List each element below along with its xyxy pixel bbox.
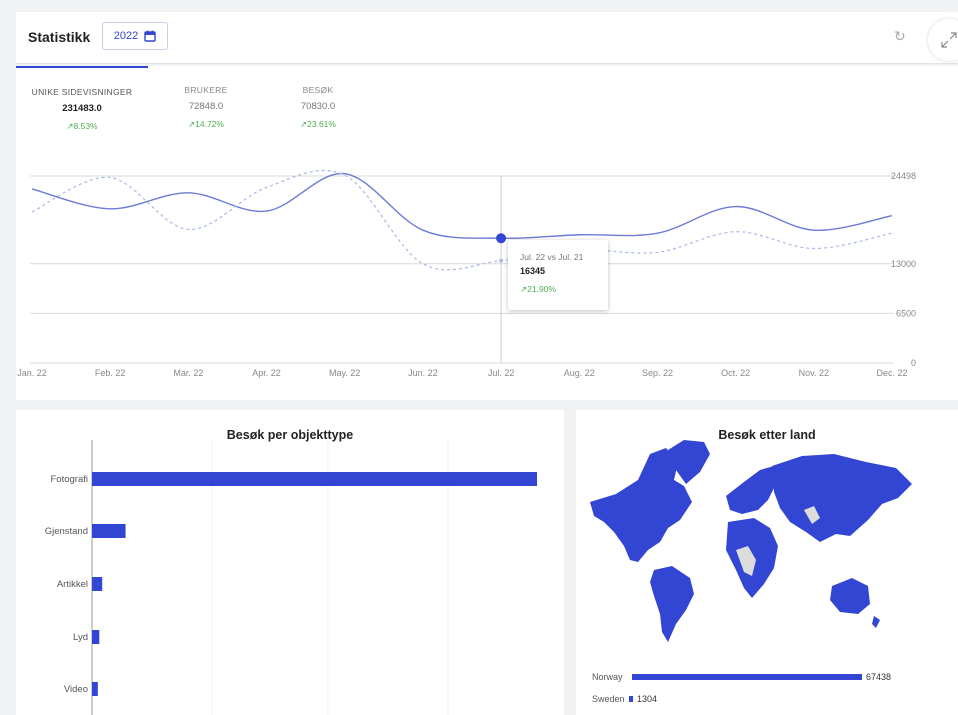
x-tick-label: May. 22: [329, 368, 360, 378]
x-tick-label: Sep. 22: [642, 368, 673, 378]
pageviews-card: UNIKE SIDEVISNINGER 231483.0 ↗8.53% BRUK…: [16, 66, 958, 400]
country-value: 1304: [636, 694, 657, 704]
tooltip-title: Jul. 22 vs Jul. 21: [520, 252, 584, 262]
bar[interactable]: [92, 577, 103, 591]
x-tick-label: Jan. 22: [17, 368, 47, 378]
country-label: Norway: [592, 672, 623, 682]
country-label: Sweden: [592, 694, 625, 704]
expand-button[interactable]: [928, 19, 958, 61]
refresh-icon[interactable]: ↻: [894, 28, 906, 45]
highlight-point[interactable]: [496, 233, 507, 244]
country-bar: [632, 674, 862, 680]
highlight-point-previous: [499, 258, 504, 263]
object-type-card: Besøk per objekttype Fotografi Gjenstand A…: [16, 410, 564, 715]
x-tick-label: Nov. 22: [799, 368, 829, 378]
category-label: Video: [64, 684, 88, 695]
expand-icon: [941, 32, 957, 48]
category-label: Artikkel: [57, 579, 88, 590]
map-australia: [830, 578, 870, 614]
y-tick-label: 13000: [891, 259, 916, 269]
year-value: 2022: [113, 30, 139, 42]
country-row-sweden[interactable]: Sweden 1304: [592, 694, 657, 704]
category-label: Gjenstand: [45, 526, 88, 537]
map-south-america: [650, 566, 694, 642]
year-picker-button[interactable]: 2022: [102, 22, 168, 50]
x-tick-label: Mar. 22: [173, 368, 203, 378]
calendar-icon: [144, 30, 156, 42]
x-tick-label: Aug. 22: [564, 368, 595, 378]
bar[interactable]: [92, 524, 126, 538]
x-tick-label: Jul. 22: [488, 368, 515, 378]
page-title: Statistikk: [28, 29, 91, 45]
country-bar: [628, 696, 633, 702]
category-label: Lyd: [73, 632, 88, 643]
y-tick-label: 24498: [891, 171, 916, 181]
tooltip-trend: ↗21.90%: [520, 284, 556, 294]
series-line-current: [31, 172, 893, 240]
country-row-norway[interactable]: Norway 67438: [592, 672, 891, 682]
world-map[interactable]: [576, 410, 958, 715]
bar-chart[interactable]: Fotografi Gjenstand Artikkel Lyd Video: [16, 410, 564, 715]
country-value: 67438: [866, 672, 892, 682]
map-new-zealand: [872, 616, 880, 628]
statistics-header: Statistikk 2022 ↻: [16, 12, 958, 64]
x-tick-label: Oct. 22: [721, 368, 750, 378]
chart-tooltip: Jul. 22 vs Jul. 21 16345 ↗21.90%: [508, 240, 608, 310]
series-line-previous: [31, 169, 893, 271]
bar[interactable]: [92, 682, 98, 696]
line-chart[interactable]: 0 6500 13000 24498 Jan. 22 Feb. 22 Mar. 22 Apr.…: [16, 66, 958, 400]
category-label: Fotografi: [51, 474, 89, 485]
map-asia: [772, 454, 912, 542]
tooltip-value: 16345: [520, 266, 546, 276]
x-tick-label: Jun. 22: [408, 368, 438, 378]
y-tick-label: 6500: [896, 308, 916, 318]
country-card: Besøk etter land Norway 67438 Sweden 130…: [576, 410, 958, 715]
bar[interactable]: [92, 630, 100, 644]
x-tick-label: Apr. 22: [252, 368, 281, 378]
y-tick-label: 0: [911, 358, 916, 368]
x-tick-label: Dec. 22: [876, 368, 907, 378]
bar[interactable]: [92, 472, 537, 486]
x-tick-label: Feb. 22: [95, 368, 126, 378]
map-europe: [726, 466, 776, 514]
